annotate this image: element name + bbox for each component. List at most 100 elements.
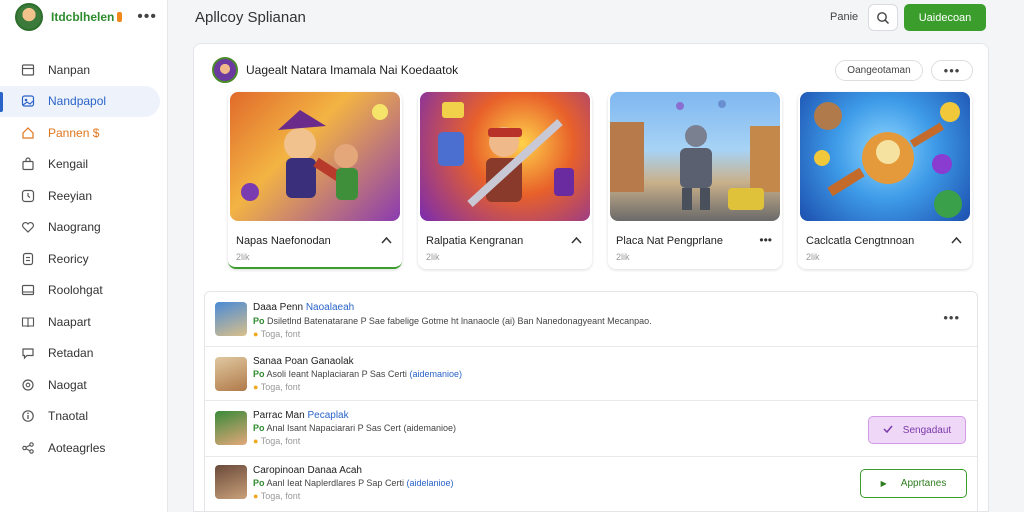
heart-icon xyxy=(21,220,35,234)
search-button[interactable] xyxy=(868,4,898,31)
comment-highlight[interactable]: (aidelanioe) xyxy=(406,478,453,488)
brand-flag-icon xyxy=(117,12,123,22)
author-name: Daaa Penn xyxy=(253,302,304,313)
book-icon xyxy=(21,315,35,329)
home-icon xyxy=(21,126,35,140)
author-tag[interactable]: Ganaolak xyxy=(311,356,354,367)
sidebar-item-7[interactable]: Roolohgat xyxy=(0,275,168,307)
game-art-image xyxy=(230,92,400,221)
sidebar-item-label: Reeyian xyxy=(48,188,93,203)
sidebar-item-label: Aoteagrles xyxy=(48,440,106,455)
top-header: Apllcoy Splianan Panie Uaidecoan xyxy=(168,0,1024,34)
comment-rating: ● Toga, font xyxy=(253,436,300,446)
sidebar-item-2[interactable]: Pannen $ xyxy=(0,117,168,149)
game-name: Ralpatia Kengranan xyxy=(426,235,524,247)
avatar xyxy=(215,302,247,336)
ellipsis-icon[interactable]: ••• xyxy=(137,8,157,26)
author-tag[interactable]: Naoalaeah xyxy=(306,302,354,313)
sort-button[interactable]: Oangeotaman xyxy=(835,60,923,81)
game-card[interactable]: Caclcatla Cengtnnoan 2lik xyxy=(798,92,972,269)
brand[interactable]: Itdcblhelen ••• xyxy=(0,0,167,34)
sidebar-item-label: Roolohgat xyxy=(48,283,103,298)
approve-label: Apprtanes xyxy=(900,478,947,489)
list-item[interactable]: Daaa Penn Naoalaeah Po Dsiletlnd Batenat… xyxy=(205,292,977,347)
chevron-up-icon[interactable] xyxy=(571,233,582,247)
info-icon xyxy=(21,409,35,423)
comment-body: Anal Isant Napaciarari P Sas Cert xyxy=(266,423,401,433)
game-card[interactable]: Placa Nat Pengprlane 2lik ••• xyxy=(608,92,782,269)
comment-highlight[interactable]: (aidemanioe) xyxy=(403,423,456,433)
play-icon: ▶ xyxy=(880,479,887,488)
primary-action-button[interactable]: Uaidecoan xyxy=(904,4,986,31)
rating-text: Toga, font xyxy=(260,329,301,339)
game-card[interactable]: Napas Naefonodan 2lik xyxy=(228,92,402,269)
star-icon: ● xyxy=(253,382,259,392)
sidebar-item-11[interactable]: Tnaotal xyxy=(0,401,168,433)
sidebar-item-4[interactable]: Reeyian xyxy=(0,180,168,212)
author-tag[interactable]: Danaa Acah xyxy=(308,465,363,476)
feed-header: Uagealt Natara Imamala Nai Koedaatok Oan… xyxy=(212,56,973,84)
rating-text: Toga, font xyxy=(260,491,301,501)
comment-prefix: Po xyxy=(253,423,265,433)
comment-rating: ● Toga, font xyxy=(253,491,300,501)
sidebar-item-9[interactable]: Retadan xyxy=(0,338,168,370)
comment-prefix: Po xyxy=(253,369,265,379)
share-icon xyxy=(21,441,35,455)
list-item[interactable]: Sanaa Poan Ganaolak Po Asoli Ieant Napla… xyxy=(205,347,977,401)
sidebar-item-12[interactable]: Aoteagrles xyxy=(0,432,168,464)
image-icon xyxy=(21,94,35,108)
comment-text: Po Anal Isant Napaciarari P Sas Cert (ai… xyxy=(253,423,456,433)
page-title: Apllcoy Splianan xyxy=(195,9,306,26)
star-icon: ● xyxy=(253,436,259,446)
comment-rating: ● Toga, font xyxy=(253,329,300,339)
sidebar-item-8[interactable]: Naapart xyxy=(0,306,168,338)
sidebar-item-label: Nandpapol xyxy=(48,94,107,109)
list-item[interactable]: Parrac Man Pecaplak Po Anal Isant Napaci… xyxy=(205,401,977,457)
author-name: Caropinoan xyxy=(253,465,305,476)
search-icon xyxy=(877,11,890,24)
game-meta: 2lik xyxy=(806,252,820,262)
game-art-image xyxy=(420,92,590,221)
sidebar-item-5[interactable]: Naograng xyxy=(0,212,168,244)
comment-rating: ● Toga, font xyxy=(253,382,300,392)
ellipsis-icon[interactable]: ••• xyxy=(759,233,772,247)
sidebar-item-label: Nanpan xyxy=(48,62,91,77)
sidebar-item-3[interactable]: Kengail xyxy=(0,149,168,181)
check-icon xyxy=(883,425,893,436)
header-link[interactable]: Panie xyxy=(830,11,858,23)
game-meta: 2lik xyxy=(616,252,630,262)
comment-text: Po Dsiletlnd Batenatarane P Sae fabelige… xyxy=(253,316,652,326)
comment-prefix: Po xyxy=(253,478,265,488)
sidebar-item-10[interactable]: Naogat xyxy=(0,369,168,401)
list-item[interactable]: Caropinoan Danaa Acah Po Aanl Ieat Naple… xyxy=(205,457,977,512)
suggest-button[interactable]: Sengadaut xyxy=(868,416,966,444)
list-icon xyxy=(21,63,35,77)
bag-icon xyxy=(21,157,35,171)
chevron-up-icon[interactable] xyxy=(381,233,392,247)
comment-highlight[interactable]: (aidemanioe) xyxy=(409,369,462,379)
comment-list: Daaa Penn Naoalaeah Po Dsiletlnd Batenat… xyxy=(204,291,978,512)
author-tag[interactable]: Pecaplak xyxy=(307,410,348,421)
star-icon: ● xyxy=(253,329,259,339)
comment-body: Aanl Ieat Naplerdlares P Sap Certi xyxy=(266,478,404,488)
star-icon: ● xyxy=(253,491,259,501)
feed-more-button[interactable]: ••• xyxy=(931,60,973,81)
clock-icon xyxy=(21,189,35,203)
sidebar-item-label: Kengail xyxy=(48,157,89,172)
settings-icon xyxy=(21,378,35,392)
sidebar-item-0[interactable]: Nanpan xyxy=(0,54,168,86)
author-name: Sanaa Poan xyxy=(253,356,309,367)
row-more-button[interactable]: ••• xyxy=(943,310,960,325)
game-card[interactable]: Ralpatia Kengranan 2lik xyxy=(418,92,592,269)
sidebar-item-label: Retadan xyxy=(48,346,94,361)
comment-author: Daaa Penn Naoalaeah xyxy=(253,302,354,313)
sidebar-item-1[interactable]: Nandpapol xyxy=(0,85,160,117)
chevron-up-icon[interactable] xyxy=(951,233,962,247)
sidebar-item-label: Naogat xyxy=(48,377,87,392)
game-name: Placa Nat Pengprlane xyxy=(616,235,724,247)
sidebar-item-6[interactable]: Reoricy xyxy=(0,243,168,275)
approve-button[interactable]: ▶ Apprtanes xyxy=(860,469,967,498)
game-meta: 2lik xyxy=(236,252,250,262)
sidebar-nav: Nanpan Nandpapol Pannen $ Kengail Reeyia… xyxy=(0,54,168,464)
game-name: Caclcatla Cengtnnoan xyxy=(806,235,915,247)
